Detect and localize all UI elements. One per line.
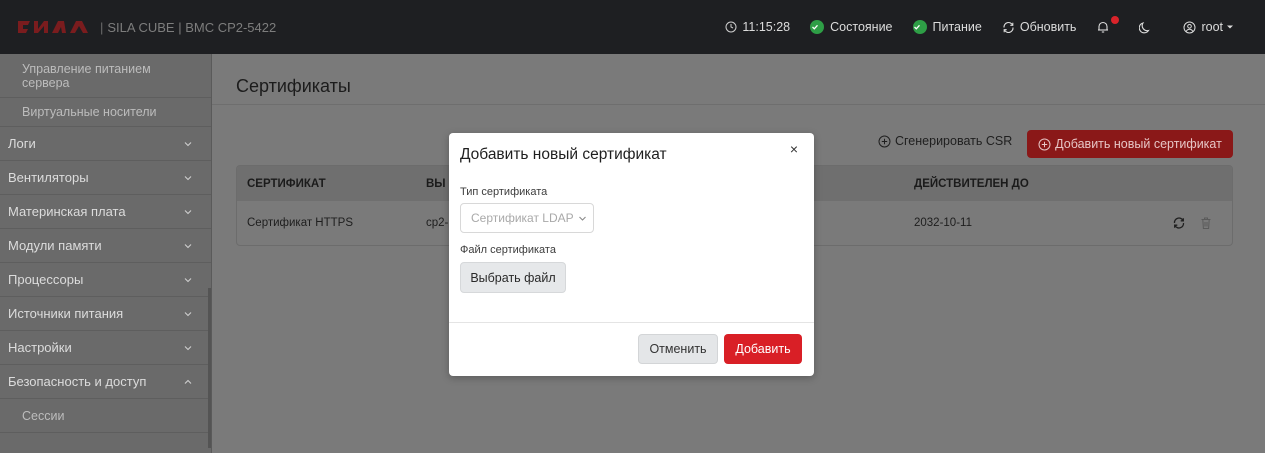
column-header-valid-until[interactable]: ДЕЙСТВИТЕЛЕН ДО — [914, 178, 1029, 190]
status-label: Состояние — [830, 20, 893, 34]
sidebar-item-label: Источники питания — [8, 306, 124, 321]
user-icon — [1183, 21, 1196, 33]
row-actions — [1172, 216, 1212, 230]
clock-icon — [725, 21, 737, 33]
chevron-down-icon — [184, 209, 192, 214]
column-header-issued-to[interactable]: ВЫ — [426, 178, 446, 190]
chevron-down-icon — [184, 277, 192, 282]
certificate-type-label: Тип сертификата — [460, 186, 548, 198]
add-certificate-label: Добавить новый сертификат — [1055, 137, 1222, 151]
refresh-icon — [1003, 21, 1014, 33]
certificate-type-select[interactable]: Сертификат LDAP — [460, 203, 594, 233]
cell-certificate: Сертификат HTTPS — [247, 217, 354, 229]
sidebar-item-power-supplies[interactable]: Источники питания — [0, 297, 211, 331]
certificate-file-label: Файл сертификата — [460, 244, 556, 256]
sidebar-item-motherboard[interactable]: Материнская плата — [0, 195, 211, 229]
chevron-down-icon — [184, 311, 192, 316]
replace-certificate-icon[interactable] — [1172, 216, 1186, 230]
add-button[interactable]: Добавить — [724, 334, 802, 364]
sidebar-item-label: Процессоры — [8, 272, 84, 287]
sidebar-item-memory[interactable]: Модули памяти — [0, 229, 211, 263]
sidebar-subitem-virtual-media[interactable]: Виртуальные носители — [0, 98, 211, 127]
notifications-button[interactable] — [1096, 16, 1120, 34]
trash-icon[interactable] — [1200, 216, 1212, 230]
sidebar-item-label: Логи — [8, 136, 36, 151]
top-header: | SILA CUBE | BMC CP2-5422 11:15:28 Сост… — [0, 0, 1265, 54]
close-icon[interactable]: × — [790, 141, 798, 157]
modal-title: Добавить новый сертификат — [460, 146, 667, 163]
chevron-up-icon — [184, 379, 192, 384]
sidebar-subitem-label: Сессии — [22, 408, 65, 423]
sidebar-item-label: Безопасность и доступ — [8, 374, 147, 389]
sidebar-subitem-power-control[interactable]: Управление питанием сервера — [0, 54, 211, 98]
sidebar-item-label: Настройки — [8, 340, 72, 355]
certificate-type-value: Сертификат LDAP — [471, 211, 574, 225]
add-certificate-modal: Добавить новый сертификат × Тип сертифик… — [449, 133, 814, 376]
sidebar-item-settings[interactable]: Настройки — [0, 331, 211, 365]
plus-circle-icon — [878, 135, 891, 147]
refresh-label: Обновить — [1019, 20, 1077, 34]
power-label: Питание — [932, 20, 982, 34]
sidebar-scrollbar[interactable] — [208, 288, 211, 448]
sidebar-subitem-label: Управление питанием сервера — [22, 61, 151, 90]
refresh-button[interactable]: Обновить — [1002, 20, 1077, 34]
generate-csr-label: Сгенерировать CSR — [895, 134, 1013, 148]
user-menu[interactable]: root — [1183, 20, 1239, 34]
theme-toggle[interactable] — [1139, 21, 1157, 34]
page-title: Сертификаты — [236, 76, 351, 96]
clock-time: 11:15:28 — [742, 20, 791, 34]
sidebar-item-security[interactable]: Безопасность и доступ — [0, 365, 211, 399]
chevron-down-icon — [184, 175, 192, 180]
user-name: root — [1201, 20, 1223, 34]
sidebar-item-fans[interactable]: Вентиляторы — [0, 161, 211, 195]
chevron-down-icon — [578, 216, 586, 221]
brand-separator: | — [100, 19, 104, 35]
sila-logo — [18, 21, 88, 33]
check-circle-icon — [912, 20, 927, 34]
cell-valid-until: 2032-10-11 — [914, 217, 972, 229]
add-certificate-button[interactable]: Добавить новый сертификат — [1027, 130, 1233, 158]
moon-icon — [1139, 21, 1151, 33]
column-header-certificate[interactable]: СЕРТИФИКАТ — [247, 178, 326, 190]
caret-down-icon — [1227, 25, 1233, 29]
brand-product-name: SILA CUBE | BMC CP2-5422 — [107, 19, 277, 35]
chevron-down-icon — [184, 141, 192, 146]
clock: 11:15:28 — [725, 20, 790, 34]
notification-badge — [1111, 16, 1120, 24]
plus-circle-icon — [1038, 138, 1051, 150]
sidebar-subitem-sessions[interactable]: Сессии — [0, 399, 211, 433]
chevron-down-icon — [184, 243, 192, 248]
generate-csr-button[interactable]: Сгенерировать CSR — [878, 134, 1012, 148]
sidebar-item-label: Материнская плата — [8, 204, 126, 219]
cell-issued-to: cp2- — [426, 217, 449, 229]
sidebar-subitem-label: Виртуальные носители — [22, 105, 157, 119]
power-indicator[interactable]: Питание — [912, 20, 982, 34]
sidebar-item-label: Вентиляторы — [8, 170, 89, 185]
check-circle-icon — [810, 20, 825, 34]
chevron-down-icon — [184, 345, 192, 350]
bell-icon — [1098, 21, 1109, 33]
sidebar-item-processors[interactable]: Процессоры — [0, 263, 211, 297]
divider — [212, 104, 1265, 105]
status-indicator[interactable]: Состояние — [810, 20, 893, 34]
sidebar-item-logs[interactable]: Логи — [0, 127, 211, 161]
cancel-button[interactable]: Отменить — [638, 334, 718, 364]
sidebar: Управление питанием сервера Виртуальные … — [0, 54, 212, 453]
sidebar-item-label: Модули памяти — [8, 238, 102, 253]
modal-divider — [449, 322, 814, 323]
choose-file-button[interactable]: Выбрать файл — [460, 262, 566, 293]
